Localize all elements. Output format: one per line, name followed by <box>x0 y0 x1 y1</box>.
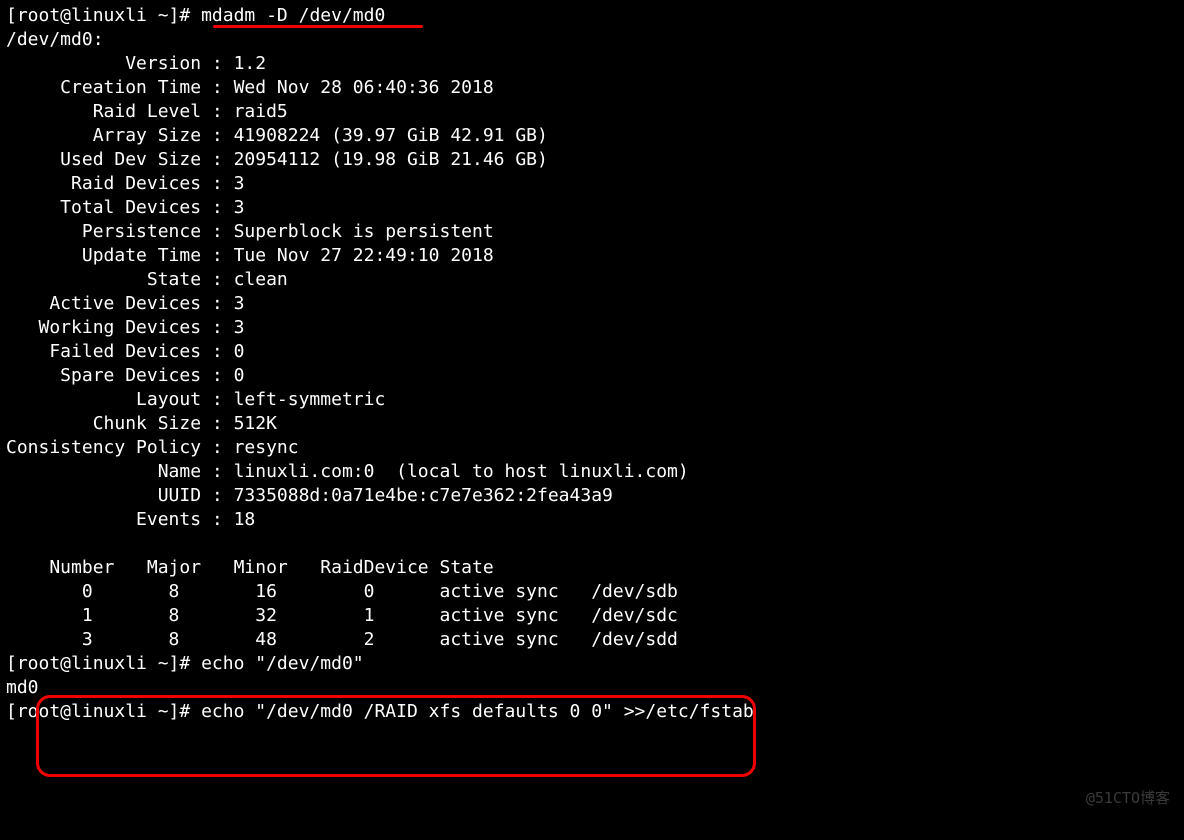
detail-line: Raid Devices : 3 <box>6 172 1178 196</box>
detail-line: Working Devices : 3 <box>6 316 1178 340</box>
detail-line: Chunk Size : 512K <box>6 412 1178 436</box>
detail-line: UUID : 7335088d:0a71e4be:c7e7e362:2fea43… <box>6 484 1178 508</box>
detail-line: Layout : left-symmetric <box>6 388 1178 412</box>
terminal-window: [root@linuxli ~]# mdadm -D /dev/md0 /dev… <box>0 0 1184 840</box>
watermark-text: @51CTO博客 <box>1086 786 1170 810</box>
detail-line: Failed Devices : 0 <box>6 340 1178 364</box>
detail-line: Active Devices : 3 <box>6 292 1178 316</box>
device-table-header: Number Major Minor RaidDevice State <box>6 556 1178 580</box>
detail-line: Total Devices : 3 <box>6 196 1178 220</box>
detail-line: Persistence : Superblock is persistent <box>6 220 1178 244</box>
blank-line <box>6 532 1178 556</box>
device-table-row: 0 8 16 0 active sync /dev/sdb <box>6 580 1178 604</box>
annotation-underline <box>213 25 423 28</box>
device-table-row: 3 8 48 2 active sync /dev/sdd <box>6 628 1178 652</box>
detail-line: Consistency Policy : resync <box>6 436 1178 460</box>
shell-prompt: [root@linuxli ~]# <box>6 5 201 26</box>
detail-line: Update Time : Tue Nov 27 22:49:10 2018 <box>6 244 1178 268</box>
detail-line: Spare Devices : 0 <box>6 364 1178 388</box>
detail-line: Events : 18 <box>6 508 1178 532</box>
command-text: mdadm -D /dev/md0 <box>201 5 385 26</box>
shell-prompt: [root@linuxli ~]# <box>6 653 201 674</box>
prompt-line-1[interactable]: [root@linuxli ~]# mdadm -D /dev/md0 <box>6 4 1178 28</box>
annotation-box <box>36 695 756 777</box>
command-text: echo "/dev/md0" <box>201 653 364 674</box>
detail-line: Creation Time : Wed Nov 28 06:40:36 2018 <box>6 76 1178 100</box>
detail-line: Name : linuxli.com:0 (local to host linu… <box>6 460 1178 484</box>
detail-line: Version : 1.2 <box>6 52 1178 76</box>
detail-line: Raid Level : raid5 <box>6 100 1178 124</box>
detail-line: Array Size : 41908224 (39.97 GiB 42.91 G… <box>6 124 1178 148</box>
prompt-line-2[interactable]: [root@linuxli ~]# echo "/dev/md0" <box>6 652 1178 676</box>
detail-line: Used Dev Size : 20954112 (19.98 GiB 21.4… <box>6 148 1178 172</box>
device-header: /dev/md0: <box>6 28 1178 52</box>
detail-line: State : clean <box>6 268 1178 292</box>
device-table-row: 1 8 32 1 active sync /dev/sdc <box>6 604 1178 628</box>
